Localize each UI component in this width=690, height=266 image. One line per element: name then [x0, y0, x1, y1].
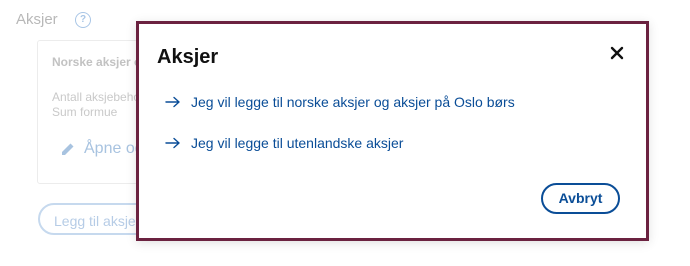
dialog-title: Aksjer — [157, 46, 219, 68]
card-open-label: Åpne og — [84, 140, 144, 157]
help-icon[interactable]: ? — [75, 12, 91, 28]
arrow-right-icon — [165, 96, 180, 108]
card-total-wealth-label: Sum formue — [52, 105, 118, 119]
card-open-button[interactable]: Åpne og — [60, 140, 144, 158]
option-add-foreign-stocks[interactable]: Jeg vil legge til utenlandske aksjer — [165, 135, 403, 151]
arrow-right-icon — [165, 137, 180, 149]
add-stocks-dialog: Aksjer Jeg vil legge til norske aksjer o… — [136, 21, 649, 241]
close-button[interactable] — [608, 44, 626, 62]
pencil-icon — [62, 143, 74, 155]
section-title: Aksjer — [16, 11, 58, 28]
card-stock-count-label: Antall aksjebeho — [52, 90, 141, 104]
close-icon — [610, 46, 624, 60]
cancel-button[interactable]: Avbryt — [541, 183, 620, 214]
option-label: Jeg vil legge til norske aksjer og aksje… — [191, 94, 515, 110]
option-add-norwegian-stocks[interactable]: Jeg vil legge til norske aksjer og aksje… — [165, 94, 515, 110]
card-title: Norske aksjer o — [52, 55, 142, 69]
option-label: Jeg vil legge til utenlandske aksjer — [191, 135, 404, 151]
